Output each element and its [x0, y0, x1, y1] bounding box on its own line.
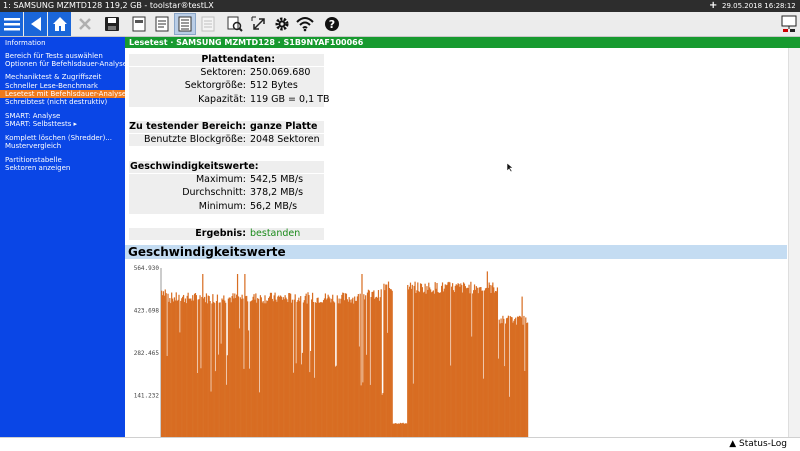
sidebar-item-partition-table[interactable]: Partitionstabelle — [5, 156, 62, 164]
report-button[interactable] — [174, 13, 196, 35]
disabled-report-button[interactable] — [197, 13, 219, 35]
close-button[interactable] — [74, 13, 96, 35]
sidebar-item-analysis-options[interactable]: Optionen für Befehlsdauer-Analyse — [5, 60, 127, 68]
y-tick-label: 282.465 — [134, 350, 160, 357]
block-size-label: Benutzte Blockgröße: — [144, 134, 246, 145]
range-value: ganze Platte — [250, 121, 318, 132]
chart-section-title-text: Geschwindigkeitswerte — [128, 245, 286, 259]
menu-button[interactable] — [0, 12, 23, 36]
status-log-button[interactable]: ▲ Status-Log — [729, 439, 787, 449]
wifi-icon — [296, 17, 314, 32]
document-icon — [132, 16, 146, 32]
plus-icon[interactable]: + — [709, 0, 717, 12]
close-icon — [79, 18, 91, 30]
sectors-value: 250.069.680 — [250, 67, 311, 78]
document-lines-icon — [155, 16, 169, 32]
sidebar-item-pattern-compare[interactable]: Mustervergleich — [5, 142, 61, 150]
vertical-scrollbar[interactable] — [788, 48, 800, 437]
status-bar: ▲ Status-Log — [0, 437, 800, 451]
resize-icon — [251, 16, 265, 30]
document-lines-button[interactable] — [151, 13, 173, 35]
sidebar-item-smart-analysis[interactable]: SMART: Analyse — [5, 112, 60, 120]
help-button[interactable]: ? — [321, 13, 343, 35]
y-tick-label: 141.232 — [134, 393, 160, 400]
content-header: Lesetest · SAMSUNG MZMTD128 · S1B9NYAF10… — [125, 37, 800, 48]
capacity-label: Kapazität: — [198, 94, 246, 105]
home-button[interactable] — [48, 12, 71, 36]
y-tick-label: 423.698 — [134, 307, 160, 314]
max-speed-value: 542,5 MB/s — [250, 174, 304, 185]
chart-section-title: Geschwindigkeitswerte — [125, 245, 787, 259]
network-icon — [781, 15, 797, 32]
sidebar-item-show-sectors[interactable]: Sektoren anzeigen — [5, 164, 70, 172]
disk-heading: Plattendaten: — [201, 54, 275, 65]
sidebar-item-read-benchmark[interactable]: Schneller Lese-Benchmark — [5, 82, 98, 90]
sidebar-item-shredder[interactable]: Komplett löschen (Shredder)... — [5, 134, 112, 142]
content-header-text: Lesetest · SAMSUNG MZMTD128 · S1B9NYAF10… — [129, 38, 364, 47]
block-size-value: 2048 Sektoren — [250, 134, 320, 145]
min-speed-value: 56,2 MB/s — [250, 201, 298, 212]
range-label: Zu testender Bereich: — [129, 121, 246, 132]
chart-bar — [527, 322, 529, 438]
save-icon — [105, 17, 119, 31]
sidebar-item-write-test[interactable]: Schreibtest (nicht destruktiv) — [5, 98, 107, 106]
sidebar: Information Bereich für Tests auswählen … — [0, 37, 127, 437]
window-titlebar: 1: SAMSUNG MZMTD128 119,2 GB - toolstar®… — [0, 0, 800, 12]
speed-chart: 564.930 423.698 282.465 141.232 — [134, 265, 529, 438]
search-report-button[interactable] — [224, 13, 246, 35]
sidebar-item-smart-selftests[interactable]: SMART: Selbsttests ▸ — [5, 120, 77, 128]
sector-size-label: Sektorgröße: — [184, 80, 246, 91]
resize-button[interactable] — [248, 13, 270, 35]
window-title: 1: SAMSUNG MZMTD128 119,2 GB - toolstar®… — [3, 1, 214, 10]
sidebar-item-information[interactable]: Information — [5, 39, 46, 47]
wifi-button[interactable] — [294, 13, 316, 35]
datetime: 29.05.2018 16:28:12 — [722, 2, 796, 10]
menu-icon — [3, 18, 20, 31]
disabled-report-icon — [201, 16, 215, 32]
sectors-label: Sektoren: — [200, 67, 246, 78]
result-value: bestanden — [250, 228, 301, 239]
capacity-value: 119 GB = 0,1 TB — [250, 94, 330, 105]
result-label: Ergebnis: — [195, 228, 246, 239]
sidebar-item-mechanics-test[interactable]: Mechaniktest & Zugriffszeit — [5, 73, 101, 81]
document-button[interactable] — [128, 13, 150, 35]
mouse-cursor-icon — [506, 162, 514, 173]
chart-bar — [391, 290, 393, 438]
svg-text:?: ? — [329, 18, 335, 31]
sidebar-item-select-range[interactable]: Bereich für Tests auswählen — [5, 52, 103, 60]
back-icon — [30, 17, 41, 31]
help-icon: ? — [325, 17, 339, 31]
report-icon — [178, 16, 192, 32]
sector-size-value: 512 Bytes — [250, 80, 298, 91]
back-button[interactable] — [24, 12, 47, 36]
y-tick-label: 564.930 — [134, 265, 160, 272]
avg-speed-label: Durchschnitt: — [182, 187, 246, 198]
speeds-heading: Geschwindigkeitswerte: — [130, 161, 259, 172]
avg-speed-value: 378,2 MB/s — [250, 187, 304, 198]
min-speed-label: Minimum: — [198, 201, 246, 212]
settings-button[interactable] — [271, 13, 293, 35]
home-icon — [52, 17, 67, 31]
sidebar-item-read-test[interactable]: Lesetest mit Befehlsdauer-Analyse — [0, 90, 126, 98]
max-speed-label: Maximum: — [195, 174, 246, 185]
gear-icon — [275, 17, 289, 31]
network-button[interactable] — [778, 13, 800, 35]
search-report-icon — [227, 16, 243, 32]
save-button[interactable] — [101, 13, 123, 35]
